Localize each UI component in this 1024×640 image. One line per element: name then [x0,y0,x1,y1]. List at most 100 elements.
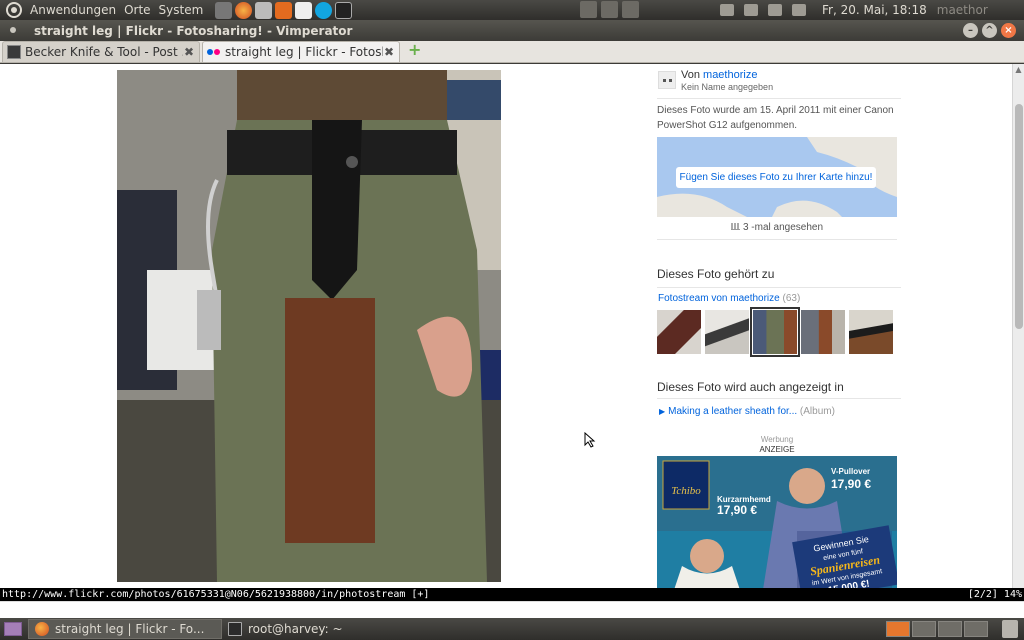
scrollbar[interactable]: ▲ [1012,64,1024,588]
panel-menu: Anwendungen Orte System [0,0,207,20]
volume-icon[interactable] [768,4,782,16]
menu-system[interactable]: System [155,3,208,17]
owner-link[interactable]: maethorize [703,69,757,81]
cheat-launcher-icon[interactable] [275,1,293,19]
main-photo[interactable] [117,70,501,582]
calculator-launcher-icon[interactable] [255,1,273,19]
taskbar-label: straight leg | Flickr - Fo... [55,622,205,636]
ad-sublabel: ANZEIGE [759,445,795,454]
launcher-settings-icon[interactable] [215,1,233,19]
editor-launcher-icon[interactable] [295,1,313,19]
triangle-right-icon: ▶ [659,407,666,416]
window-menu-icon[interactable] [10,27,16,33]
maximize-button[interactable]: ^ [982,23,997,38]
tab-label: straight leg | Flickr - Fotosh... [225,45,383,59]
mouse-cursor-icon [584,432,596,448]
thumbnail[interactable] [849,310,893,354]
buddy-icon[interactable] [658,71,676,89]
album-link-text[interactable]: Making a leather sheath for... [668,406,797,417]
also-in-heading: Dieses Foto wird auch angezeigt in [657,380,901,399]
status-position: [2/2] 14% [967,589,1022,600]
firefox-launcher-icon[interactable] [235,1,253,19]
tab-flickr[interactable]: straight leg | Flickr - Fotosh... ✖ [202,41,400,62]
applet-tray [580,1,639,18]
thumbnail[interactable] [657,310,701,354]
tab-label: Becker Knife & Tool - Post ... [25,45,183,59]
scrollbar-thumb[interactable] [1015,104,1023,329]
applet-icon[interactable] [580,1,597,18]
owner-realname: Kein Name angegeben [681,82,774,92]
photostream-thumbnails [657,307,893,357]
new-tab-icon[interactable]: + [408,42,424,59]
taskbar-item-firefox[interactable]: straight leg | Flickr - Fo... [28,619,222,639]
stats-icon [730,223,740,230]
launchers [215,1,353,19]
tab-bar: Becker Knife & Tool - Post ... ✖ straigh… [0,41,1024,63]
taskbar-item-terminal[interactable]: root@harvey: ~ [222,619,416,639]
menu-places[interactable]: Orte [120,3,154,17]
vimperator-statusline: http://www.flickr.com/photos/61675331@N0… [0,588,1024,601]
applet-icon[interactable] [622,1,639,18]
by-prefix: Von [681,69,700,81]
minimize-button[interactable]: – [963,23,978,38]
window-titlebar: straight leg | Flickr - Fotosharing! - V… [0,20,1024,41]
skype-launcher-icon[interactable] [315,1,333,19]
add-to-map-button[interactable]: Fügen Sie dieses Foto zu Ihrer Karte hin… [676,167,876,188]
ubuntu-logo-icon[interactable] [6,2,22,18]
owner-block: Von maethorize Kein Name angegeben [657,69,901,99]
applet-icon[interactable] [601,1,618,18]
workspace-1[interactable] [886,621,910,637]
photo-illustration [117,70,501,582]
battery-icon[interactable] [744,4,758,16]
photostream-link[interactable]: Fotostream von maethorize (63) [658,293,800,304]
show-desktop-icon[interactable] [4,622,22,636]
taskbar-label: root@harvey: ~ [248,622,343,636]
tchibo-ad[interactable]: Tchibo Kurzarmhemd 17,90 € V-Pullover 17… [657,456,897,588]
ad-item2: V-Pullover [831,467,870,476]
photostream-count: (63) [782,293,801,304]
terminal-launcher-icon[interactable] [335,1,353,19]
workspace-4[interactable] [964,621,988,637]
thumbnail[interactable] [801,310,845,354]
belongs-heading: Dieses Foto gehört zu [657,267,901,288]
trash-icon[interactable] [1002,620,1018,638]
map[interactable]: Fügen Sie dieses Foto zu Ihrer Karte hin… [657,137,897,217]
firefox-icon [35,622,49,636]
owner-line: Von maethorize [681,69,757,81]
terminal-icon [228,622,242,636]
view-count-text: 3 -mal angesehen [742,222,824,233]
close-tab-icon[interactable]: ✖ [183,45,195,59]
wifi-icon[interactable] [720,4,734,16]
flickr-favicon-icon [207,45,221,59]
ad-brand: Tchibo [671,485,701,497]
menu-applications[interactable]: Anwendungen [26,3,120,17]
workspace-switcher [886,621,988,637]
tab-becker[interactable]: Becker Knife & Tool - Post ... ✖ [2,41,200,62]
ad-banner: Tchibo Kurzarmhemd 17,90 € V-Pullover 17… [657,456,897,588]
ad-label: Werbung [760,435,794,444]
photostream-link-text[interactable]: Fotostream von maethorize [658,293,780,304]
indicators: Fr, 20. Mai, 18:18 maethor [720,0,988,20]
bottom-panel: straight leg | Flickr - Fo... root@harve… [0,618,1024,640]
workspace-3[interactable] [938,621,962,637]
window-title: straight leg | Flickr - Fotosharing! - V… [34,23,353,38]
mail-icon[interactable] [792,4,806,16]
album-link[interactable]: ▶ Making a leather sheath for... (Album) [659,406,835,417]
becker-favicon-icon [7,45,21,59]
close-window-button[interactable]: × [1001,23,1016,38]
ad-price2: 17,90 € [831,477,871,491]
status-url: http://www.flickr.com/photos/61675331@N0… [2,589,430,600]
command-line[interactable] [0,601,1024,618]
page-content: Von maethorize Kein Name angegeben Diese… [0,64,1024,588]
view-count: 3 -mal angesehen [657,222,897,240]
clock[interactable]: Fr, 20. Mai, 18:18 [822,3,927,17]
taken-info: Dieses Foto wurde am 15. April 2011 mit … [657,105,894,131]
scroll-up-icon[interactable]: ▲ [1013,64,1024,75]
workspace-2[interactable] [912,621,936,637]
album-label: (Album) [799,406,835,417]
thumbnail-selected[interactable] [750,307,800,357]
ad-price1: 17,90 € [717,503,757,517]
user-menu[interactable]: maethor [937,3,988,17]
thumbnail[interactable] [705,310,749,354]
close-tab-icon[interactable]: ✖ [383,45,395,59]
